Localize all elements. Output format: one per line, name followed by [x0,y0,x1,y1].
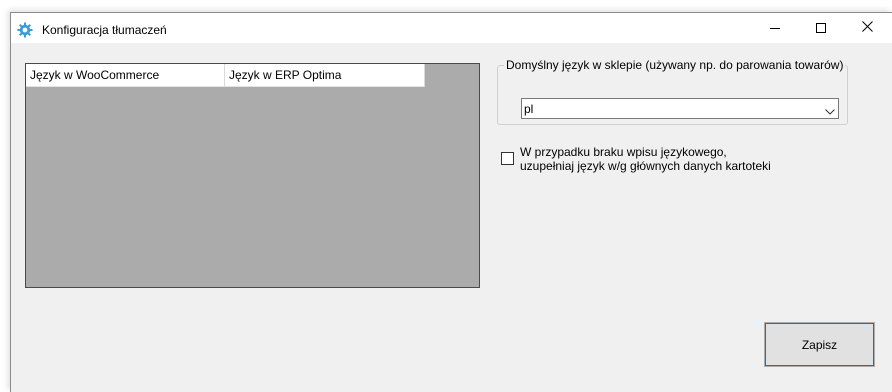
chevron-down-icon[interactable] [825,105,835,115]
close-button[interactable] [844,13,890,43]
title-bar[interactable]: Konfiguracja tłumaczeń [11,13,892,43]
column-header-erp-optima[interactable]: Język w ERP Optima [225,64,425,87]
checkbox-label-line2: uzupełniaj język w/g głównych danych kar… [520,159,771,173]
close-icon [861,21,873,35]
grid-header: Język w WooCommerce Język w ERP Optima [26,64,425,87]
column-header-woocommerce[interactable]: Język w WooCommerce [26,64,225,87]
save-button[interactable]: Zapisz [764,322,875,367]
checkbox-label-line1: W przypadku braku wpisu językowego, [520,145,727,159]
minimize-icon [770,27,780,29]
fill-language-checkbox-label[interactable]: W przypadku braku wpisu językowego, uzup… [520,145,810,173]
fill-language-checkbox[interactable] [501,152,514,165]
window-title: Konfiguracja tłumaczeń [42,23,167,37]
maximize-icon [816,23,826,33]
default-language-legend: Domyślny język w sklepie (używany np. do… [504,58,846,72]
language-mapping-grid[interactable]: Język w WooCommerce Język w ERP Optima [25,63,480,288]
gear-icon [17,22,33,38]
minimize-button[interactable] [752,13,798,43]
default-language-value: pl [524,102,534,116]
maximize-button[interactable] [798,13,844,43]
default-language-combobox[interactable]: pl [521,98,839,119]
